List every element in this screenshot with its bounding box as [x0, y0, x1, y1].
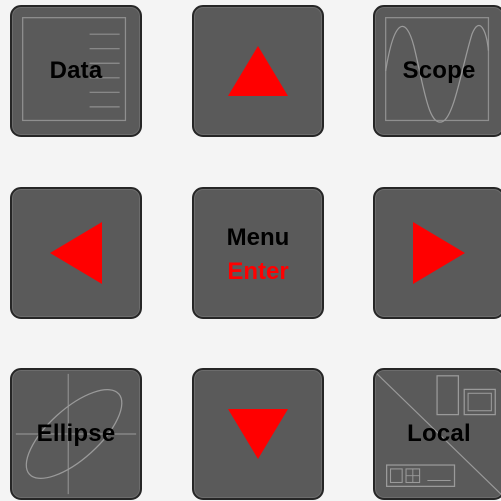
- ellipse-button-label: Ellipse: [36, 420, 116, 447]
- menu-enter-button[interactable]: Menu Enter: [192, 187, 324, 319]
- ellipse-button[interactable]: Ellipse: [10, 368, 142, 500]
- right-arrow-button[interactable]: [373, 187, 501, 319]
- data-button[interactable]: Data: [10, 5, 142, 137]
- arrow-left-icon: [50, 222, 102, 284]
- enter-label: Enter: [227, 258, 289, 285]
- local-button-label: Local: [407, 420, 471, 447]
- data-button-label: Data: [49, 57, 103, 84]
- arrow-down-icon: [228, 409, 288, 459]
- up-arrow-button[interactable]: [192, 5, 324, 137]
- arrow-right-icon: [413, 222, 465, 284]
- arrow-up-icon: [228, 46, 288, 96]
- down-arrow-button[interactable]: [192, 368, 324, 500]
- menu-label: Menu: [226, 224, 290, 251]
- left-arrow-button[interactable]: [10, 187, 142, 319]
- scope-button[interactable]: Scope: [373, 5, 501, 137]
- local-button[interactable]: Local: [373, 368, 501, 500]
- scope-button-label: Scope: [402, 57, 476, 84]
